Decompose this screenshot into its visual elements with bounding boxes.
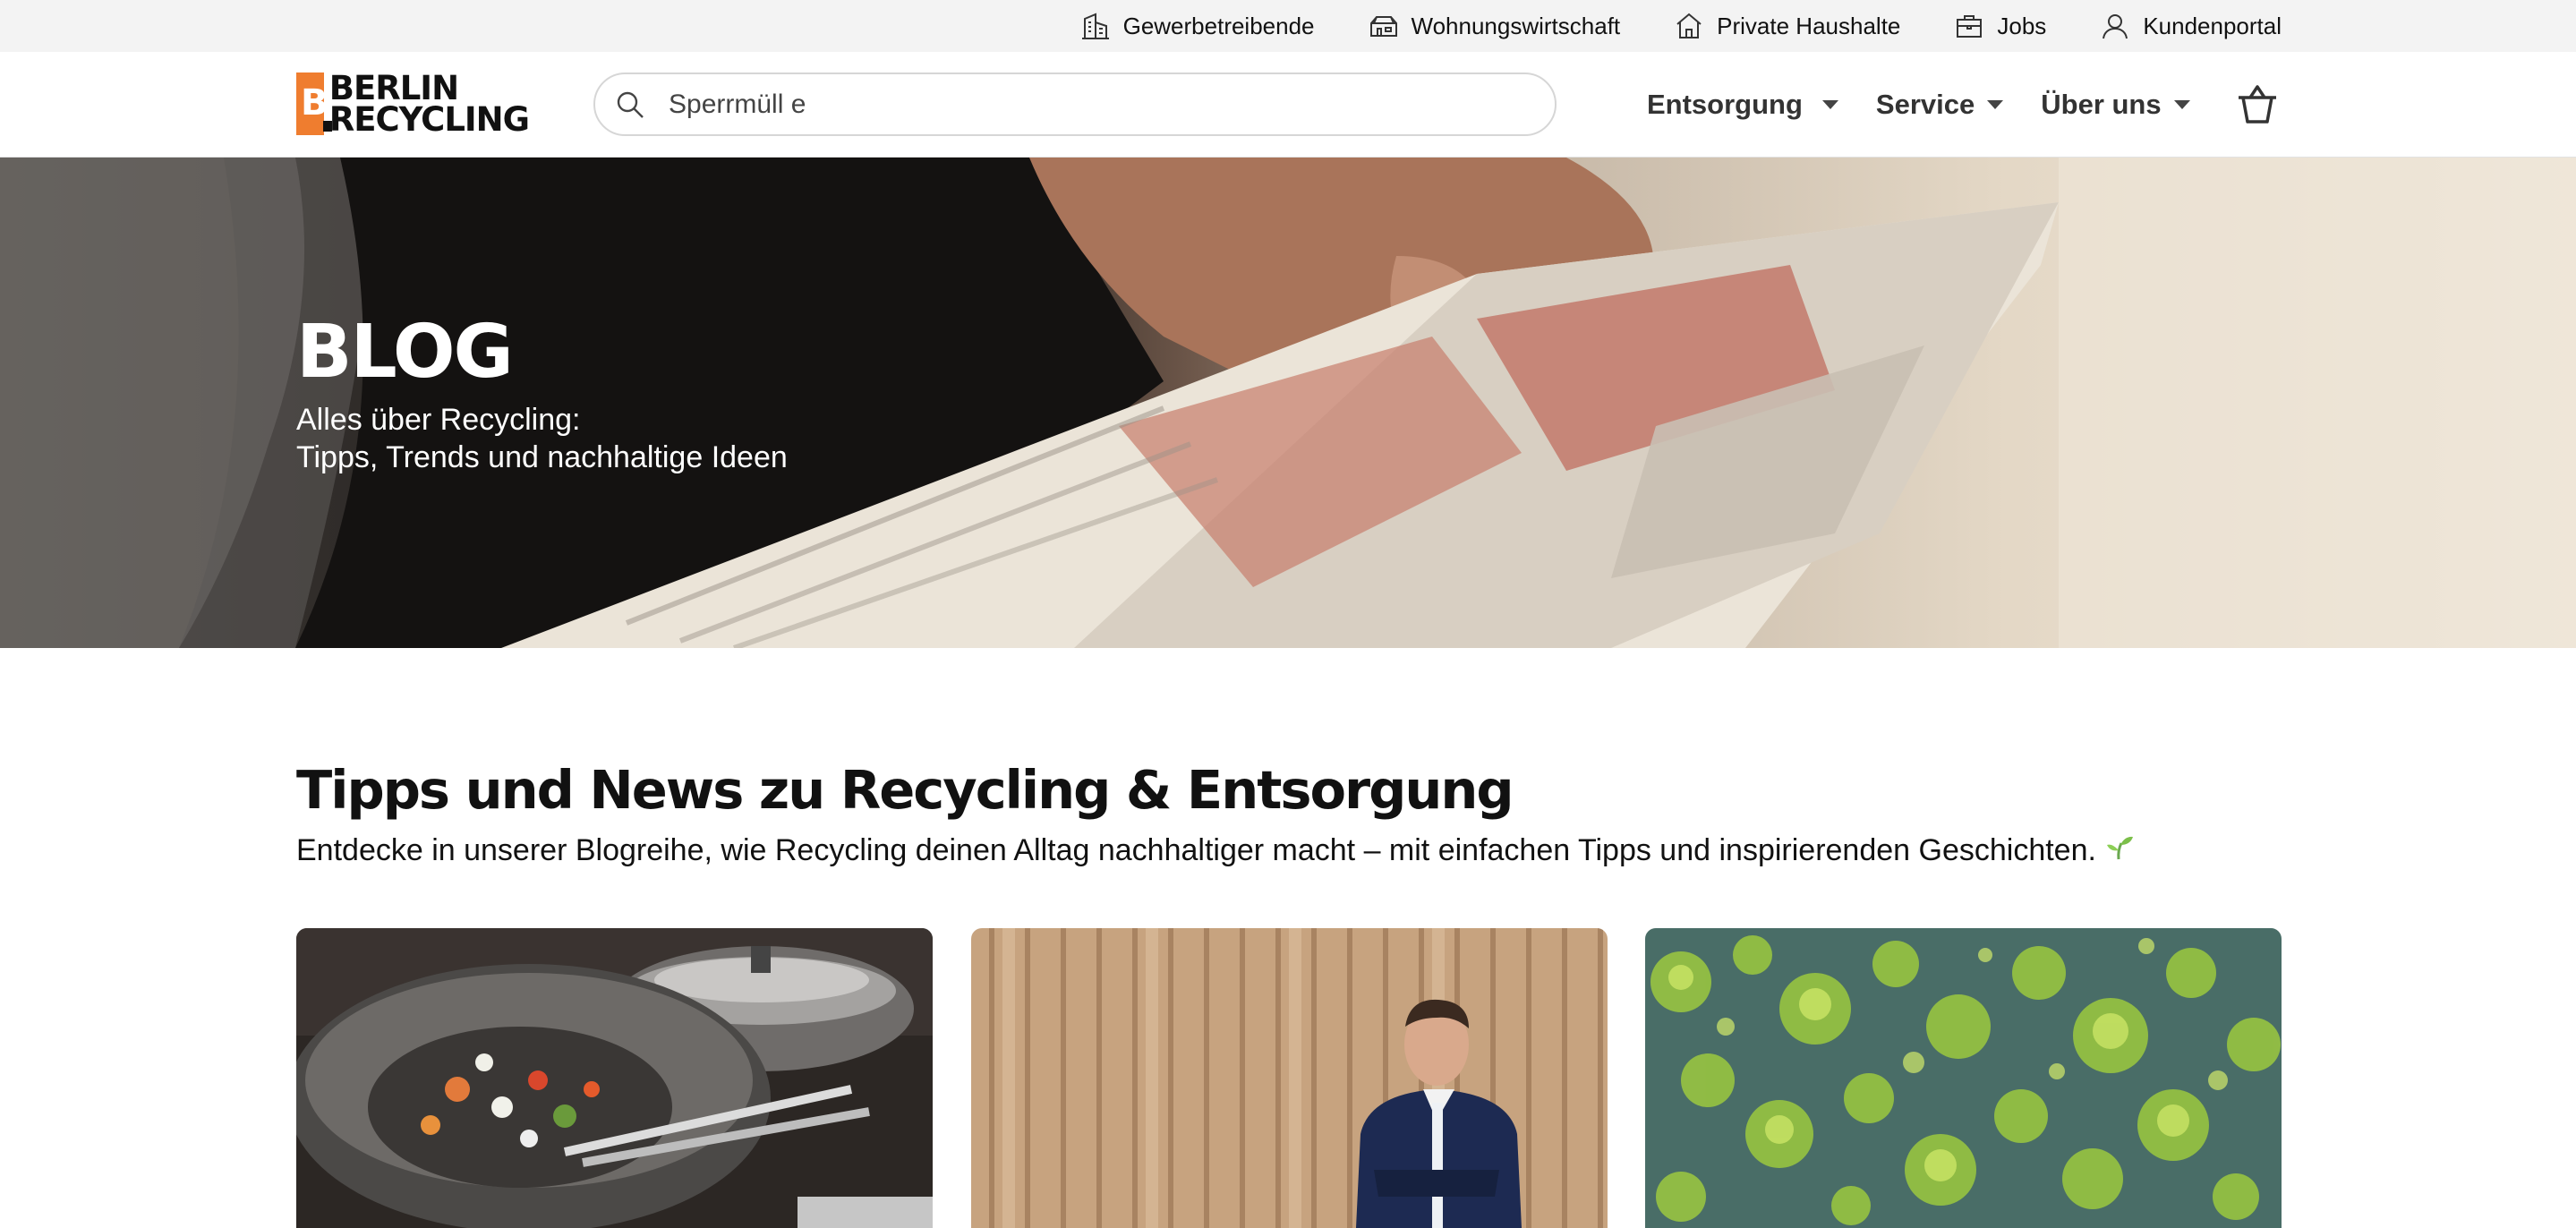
link-kundenportal[interactable]: Kundenportal <box>2100 11 2282 41</box>
hero-title: BLOG <box>296 310 514 395</box>
link-wohnungswirtschaft[interactable]: Wohnungswirtschaft <box>1369 11 1621 41</box>
user-icon <box>2103 14 2128 39</box>
link-label: Gewerbetreibende <box>1122 12 1315 39</box>
house-icon <box>1676 13 1702 38</box>
utility-bar: Gewerbetreibende Wohnungswirtschaft Priv… <box>0 0 2576 52</box>
section-title: Tipps und News zu Recycling & Entsorgung <box>296 759 1514 821</box>
link-label: Jobs <box>1997 12 2047 39</box>
wok-cooking-image <box>296 928 933 1228</box>
nav-label: Entsorgung <box>1647 89 1803 120</box>
logo-wordmark: BERLIN RECYCLING <box>328 69 530 139</box>
hero-banner: BLOG Alles über Recycling: Tipps, Trends… <box>0 158 2576 648</box>
person-at-wooden-wall-image <box>971 928 1608 1228</box>
nav-label: Service <box>1875 89 1975 120</box>
section-intro: Entdecke in unserer Blogreihe, wie Recyc… <box>296 832 2134 869</box>
seedling-icon <box>2105 832 2134 869</box>
utility-links: Gewerbetreibende Wohnungswirtschaft Priv… <box>1080 0 2282 52</box>
building-icon <box>1081 13 1109 39</box>
hero-subtitle-line-2: Tipps, Trends und nachhaltige Ideen <box>296 440 788 474</box>
logo-line-1: BERLIN <box>328 69 459 107</box>
search-input[interactable] <box>669 89 1474 120</box>
nav-label: Über uns <box>2041 89 2162 120</box>
caret-down-icon <box>2173 100 2190 109</box>
main-header: B BERLIN RECYCLING Entsorgung Service Üb… <box>0 52 2576 158</box>
logo-mark: B <box>296 72 332 135</box>
caret-down-icon <box>1987 100 2004 109</box>
search-bar[interactable] <box>593 72 1557 136</box>
logo-line-2: RECYCLING <box>328 100 530 139</box>
briefcase-icon <box>1957 15 1983 38</box>
nav-ueber-uns[interactable]: Über uns <box>2041 89 2190 121</box>
caret-down-icon <box>1821 100 1838 109</box>
green-bubbles-image <box>1645 928 2282 1228</box>
main-nav: Entsorgung Service Über uns <box>1647 52 2190 158</box>
basket-icon <box>2239 85 2276 124</box>
link-private-haushalte[interactable]: Private Haushalte <box>1674 11 1900 41</box>
link-label: Private Haushalte <box>1717 12 1901 39</box>
link-gewerbetreibende[interactable]: Gewerbetreibende <box>1080 11 1315 41</box>
link-label: Wohnungswirtschaft <box>1411 12 1621 39</box>
nav-service[interactable]: Service <box>1875 89 2004 121</box>
hero-subtitle: Alles über Recycling: Tipps, Trends und … <box>296 401 788 476</box>
logo-mark-letter: B <box>301 82 328 124</box>
blog-card-1[interactable] <box>296 928 933 1228</box>
search-icon[interactable] <box>615 90 645 120</box>
cart-button[interactable] <box>2236 84 2279 125</box>
link-jobs[interactable]: Jobs <box>1954 11 2046 41</box>
blog-card-3[interactable] <box>1645 928 2282 1228</box>
nav-entsorgung[interactable]: Entsorgung <box>1647 89 1838 121</box>
section-intro-text: Entdecke in unserer Blogreihe, wie Recyc… <box>296 833 2096 867</box>
berlin-recycling-logo[interactable]: B BERLIN RECYCLING <box>296 69 530 139</box>
link-label: Kundenportal <box>2143 12 2282 39</box>
hero-subtitle-line-1: Alles über Recycling: <box>296 403 581 437</box>
blog-card-2[interactable] <box>971 928 1608 1228</box>
apartment-icon <box>1369 16 1397 37</box>
